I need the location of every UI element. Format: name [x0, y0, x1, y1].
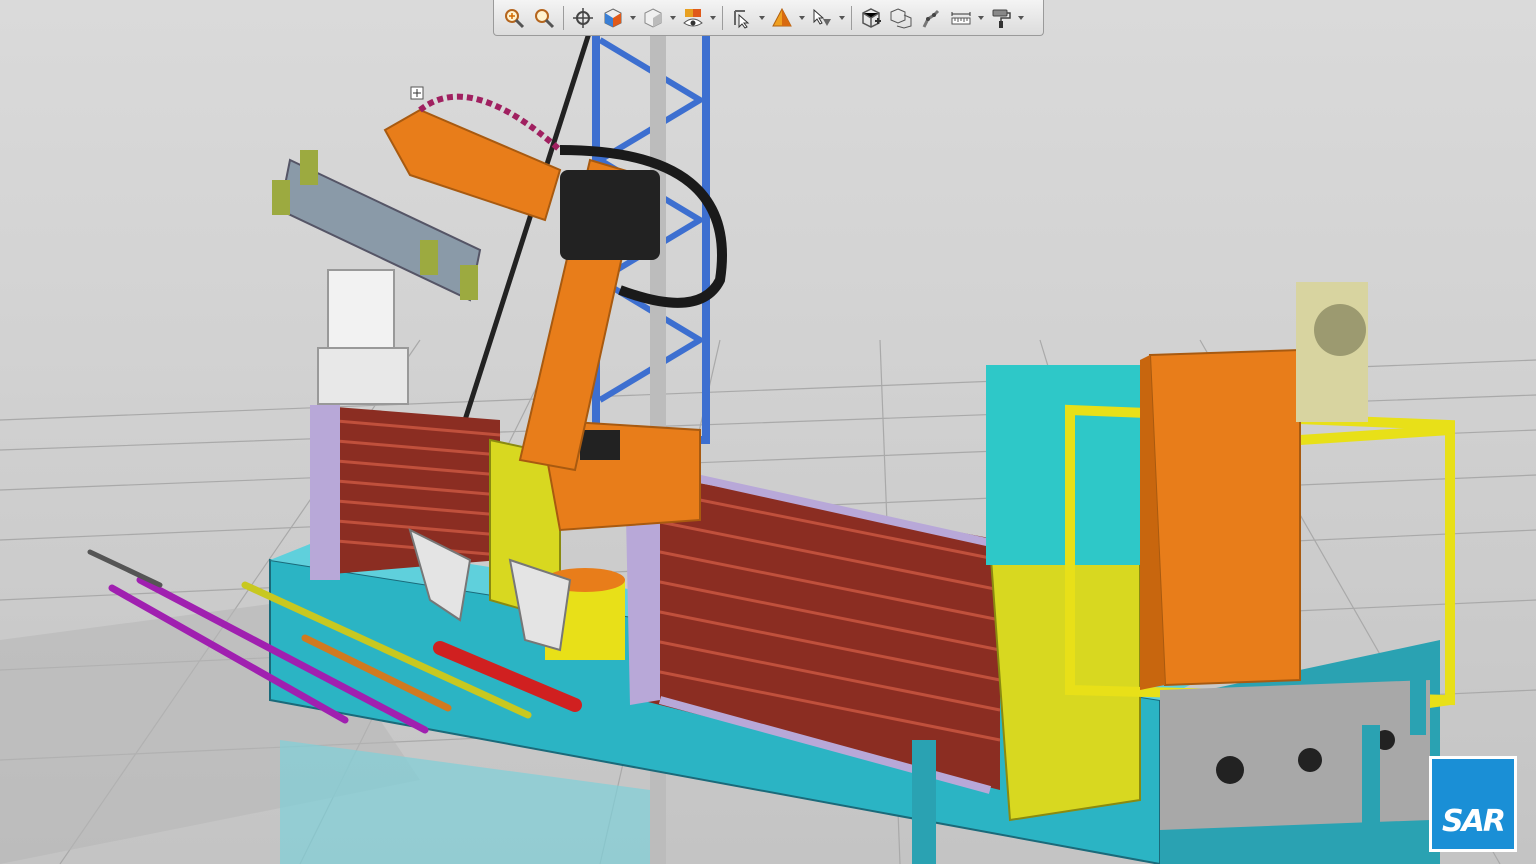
robot-icon[interactable] — [917, 4, 945, 32]
3d-viewport[interactable] — [0, 0, 1536, 864]
toolbar-separator — [722, 5, 723, 30]
logo-text: SAR — [1442, 804, 1506, 839]
shading-cube-icon[interactable] — [639, 4, 667, 32]
pick-filter-dropdown[interactable] — [838, 4, 846, 32]
visibility-eye-icon[interactable] — [679, 4, 707, 32]
pivot-marker-icon[interactable] — [410, 86, 424, 100]
render-dropdown[interactable] — [798, 4, 806, 32]
view-cube-icon[interactable] — [599, 4, 627, 32]
shading-dropdown[interactable] — [669, 4, 677, 32]
toolbar-separator — [851, 5, 852, 30]
pick-filter-icon[interactable] — [808, 4, 836, 32]
paint-roller-icon[interactable] — [987, 4, 1015, 32]
view-toolbar — [493, 0, 1044, 36]
render-cone-icon[interactable] — [768, 4, 796, 32]
measure-ruler-icon[interactable] — [947, 4, 975, 32]
zoom-fit-icon[interactable] — [500, 4, 528, 32]
measure-dropdown[interactable] — [977, 4, 985, 32]
center-view-icon[interactable] — [569, 4, 597, 32]
toolbar-separator — [563, 5, 564, 30]
sar-logo: SAR — [1429, 756, 1517, 852]
select-dropdown[interactable] — [758, 4, 766, 32]
zoom-icon[interactable] — [530, 4, 558, 32]
view-cube-dropdown[interactable] — [629, 4, 637, 32]
section-box-icon[interactable] — [857, 4, 885, 32]
select-pointer-icon[interactable] — [728, 4, 756, 32]
visibility-dropdown[interactable] — [709, 4, 717, 32]
paint-dropdown[interactable] — [1017, 4, 1025, 32]
explode-box-icon[interactable] — [887, 4, 915, 32]
